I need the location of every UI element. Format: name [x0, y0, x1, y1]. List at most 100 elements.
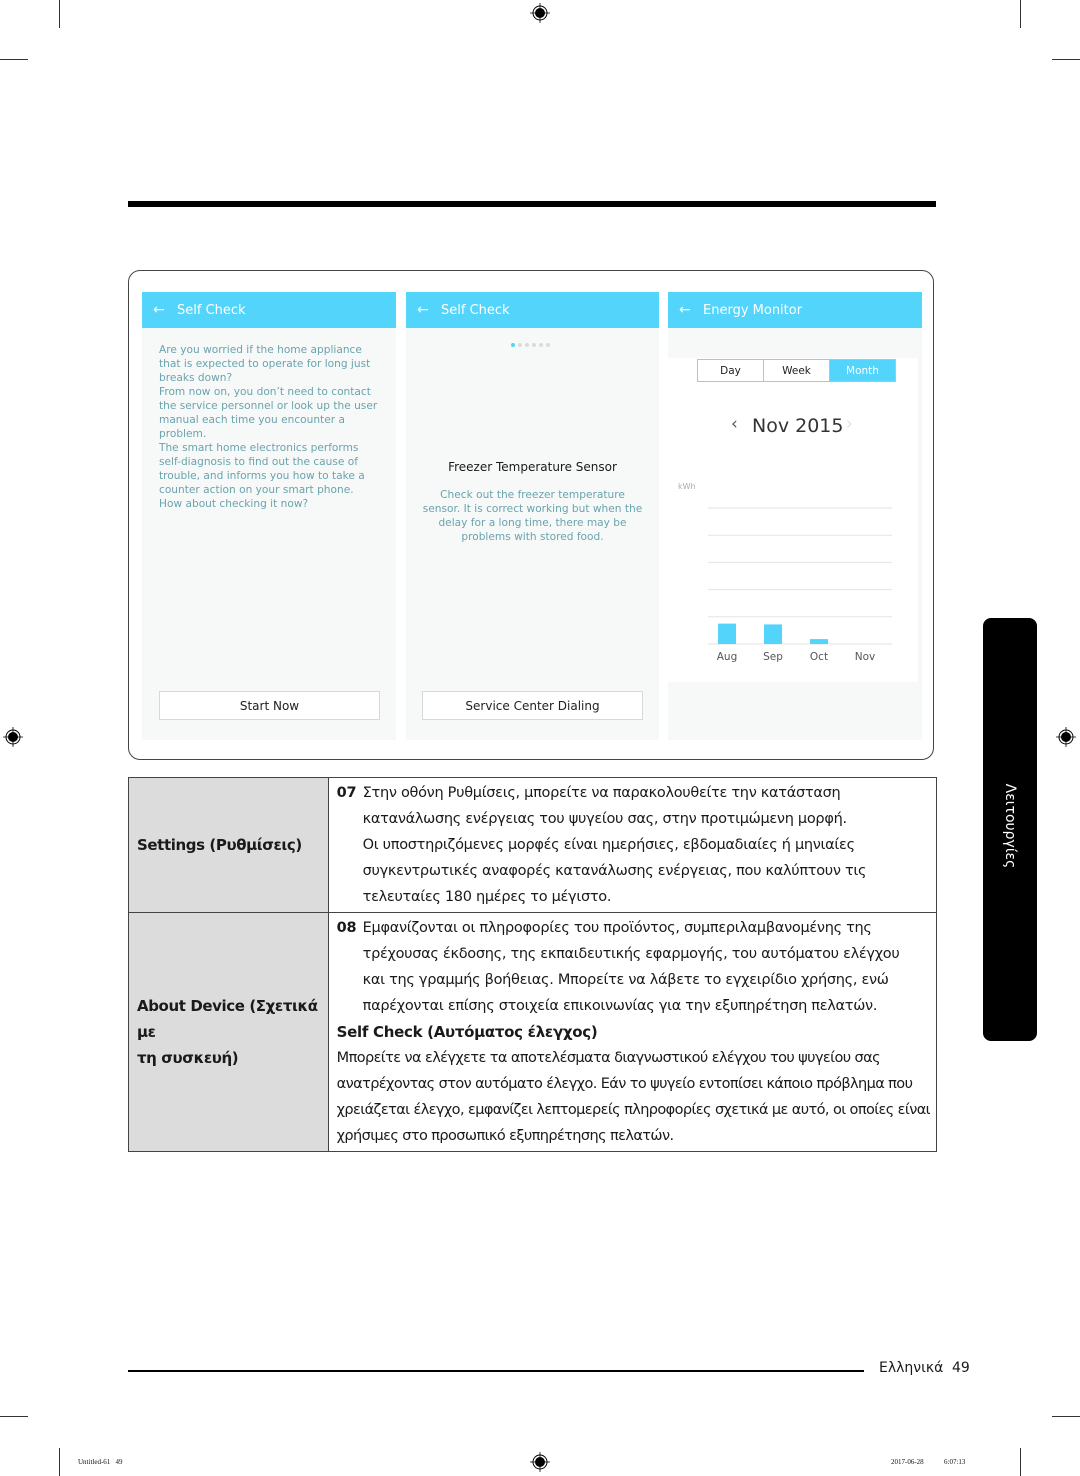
screen-header: ← Self Check: [406, 292, 659, 328]
footer-language: Ελληνικά: [879, 1360, 944, 1376]
crop-mark: [1052, 59, 1080, 60]
sensor-text-line: sensor. It is correct working but when t…: [422, 503, 643, 515]
sensor-description: Check out the freezer temperature sensor.…: [414, 488, 651, 544]
start-now-button[interactable]: Start Now: [159, 691, 380, 720]
row-text-cell: 07 Στην οθόνη Ρυθμίσεις, μπορείτε να παρα…: [327, 777, 938, 913]
intro-text: Are you worried if the home appliance tha…: [159, 343, 389, 511]
row-text-line: τρέχουσας έκδοσης, της εκπαιδευτικής εφα…: [362, 946, 900, 962]
crop-mark: [59, 1448, 60, 1476]
crop-mark: [1020, 0, 1021, 28]
page-dot[interactable]: [539, 343, 543, 347]
chevron-right-icon[interactable]: ›: [846, 414, 853, 434]
registration-mark-icon: [3, 727, 23, 747]
intro-text-line: problem.: [159, 428, 207, 440]
screen-title: Energy Monitor: [703, 302, 803, 318]
screen-self-check-intro: ← Self Check Are you worried if the home…: [142, 292, 396, 740]
page-dot[interactable]: [518, 343, 522, 347]
segment-day[interactable]: Day: [698, 360, 764, 381]
row-text-line: Μπορείτε να ελέγχετε τα αποτελέσματα δια…: [336, 1050, 881, 1066]
chapter-label: Λειτουργίες: [1002, 783, 1018, 869]
energy-bar-chart: kWh Aug Sep Oct Nov: [678, 482, 892, 663]
bar-aug: [718, 623, 736, 644]
sensor-text-line: Check out the freezer temperature: [440, 489, 625, 501]
intro-text-line: The smart home electronics performs: [159, 442, 359, 454]
x-tick-label: Sep: [763, 651, 783, 663]
bar-oct: [810, 639, 828, 644]
row-label-line: τη συσκευή): [137, 1049, 239, 1067]
page-number: 49: [952, 1360, 970, 1376]
intro-text-line: that is expected to operate for long jus…: [159, 358, 371, 370]
page-dot[interactable]: [525, 343, 529, 347]
page-dot[interactable]: [511, 343, 515, 347]
row-text-line: 07 Στην οθόνη Ρυθμίσεις, μπορείτε να παρα…: [337, 780, 930, 806]
row-text-line: 08 Εμφανίζονται οι πληροφορίες του προϊόν…: [337, 915, 930, 941]
row-text-line: κατανάλωσης ενέργειας του ψυγείου σας, σ…: [362, 811, 847, 827]
row-text-cell: 08 Εμφανίζονται οι πληροφορίες του προϊόν…: [327, 912, 938, 1152]
screen-energy-monitor: ← Energy Monitor Day Week Month ‹ Nov 2015…: [668, 292, 922, 740]
intro-text-line: How about checking it now?: [159, 498, 309, 510]
intro-text-line: the service personnel or look up the use…: [159, 400, 378, 412]
crop-mark: [1052, 1416, 1080, 1417]
x-tick-label: Aug: [717, 651, 738, 663]
print-file-info: Untitled-61 49: [78, 1458, 123, 1466]
row-text-line: τελευταίες 180 ημέρες το μέγιστο.: [362, 889, 612, 905]
registration-mark-icon: [1056, 727, 1076, 747]
row-text: Εμφανίζονται οι πληροφορίες του προϊόντο…: [362, 920, 872, 936]
intro-text-line: trouble, and informs you how to take a: [159, 470, 365, 482]
row-text-line: χρειάζεται έλεγχο, εμφανίζει λεπτομερείς…: [336, 1102, 931, 1118]
row-label-cell: Settings (Ρυθμίσεις): [128, 777, 329, 913]
row-text-line: ανατρέχοντας στον αυτόματο έλεγχο. Εάν τ…: [336, 1076, 913, 1092]
arrow-left-icon[interactable]: ←: [679, 302, 693, 318]
arrow-left-icon[interactable]: ←: [417, 302, 431, 318]
x-tick-label: Oct: [810, 651, 828, 663]
page-dot[interactable]: [532, 343, 536, 347]
period-segmented-control: Day Week Month: [697, 359, 896, 382]
intro-text-line: self-diagnosis to find out the cause of: [159, 456, 358, 468]
service-center-dialing-button[interactable]: Service Center Dialing: [422, 691, 643, 720]
table-row: Settings (Ρυθμίσεις) 07 Στην οθόνη Ρυθμίσ…: [128, 777, 938, 913]
row-text-line: χρήσιμες στο προσωπικό εξυπηρέτησης πελα…: [336, 1128, 674, 1144]
row-text: Στην οθόνη Ρυθμίσεις, μπορείτε να παρακο…: [362, 785, 841, 801]
item-number: 08: [336, 920, 357, 936]
intro-text-line: manual each time you encounter a: [159, 414, 345, 426]
screen-header: ← Self Check: [142, 292, 396, 328]
crop-mark: [1020, 1448, 1021, 1476]
y-axis-label: kWh: [678, 482, 696, 491]
item-number: 07: [336, 785, 357, 801]
info-table: Settings (Ρυθμίσεις) 07 Στην οθόνη Ρυθμίσ…: [128, 777, 938, 1152]
row-label: Settings (Ρυθμίσεις): [137, 836, 302, 854]
intro-text-line: Are you worried if the home appliance: [159, 344, 362, 356]
crop-mark: [0, 1416, 28, 1417]
screen-title: Self Check: [177, 302, 246, 318]
intro-text-line: breaks down?: [159, 372, 233, 384]
screen-header: ← Energy Monitor: [668, 292, 922, 328]
arrow-left-icon[interactable]: ←: [153, 302, 167, 318]
row-label-line: About Device (Σχετικά με: [137, 997, 318, 1041]
sensor-text-line: problems with stored food.: [461, 531, 604, 543]
section-rule: [128, 201, 936, 207]
crop-mark: [0, 59, 28, 60]
subheading: Self Check (Αυτόματος έλεγχος): [336, 1023, 598, 1041]
print-time: 6:07:13: [944, 1458, 966, 1466]
page-dot[interactable]: [546, 343, 550, 347]
sensor-heading: Freezer Temperature Sensor: [448, 460, 617, 474]
period-label: Nov 2015: [752, 415, 844, 437]
crop-mark: [59, 0, 60, 28]
screen-self-check-sensor: ← Self Check Freezer Temperature Sensor …: [406, 292, 659, 740]
page-indicator: [511, 343, 550, 347]
row-label-cell: About Device (Σχετικά με τη συσκευή): [128, 912, 329, 1152]
chapter-side-tab: Λειτουργίες: [983, 618, 1037, 1041]
segment-month[interactable]: Month: [830, 360, 895, 381]
segment-week[interactable]: Week: [764, 360, 830, 381]
sensor-text-line: delay for a long time, there may be: [438, 517, 627, 529]
bar-sep: [764, 624, 782, 644]
row-text-line: και της γραμμής βοήθειας. Μπορείτε να λά…: [362, 972, 889, 988]
row-text-line: παρέχονται επίσης στοιχεία επικοινωνίας …: [362, 998, 878, 1014]
screen-title: Self Check: [441, 302, 510, 318]
print-date: 2017-06-28: [891, 1458, 924, 1466]
row-text-line: Οι υποστηριζόμενες μορφές είναι ημερήσιε…: [362, 837, 855, 853]
chevron-left-icon[interactable]: ‹: [731, 414, 738, 434]
x-tick-label: Nov: [855, 651, 876, 663]
intro-text-line: counter action on your smart phone.: [159, 484, 354, 496]
footer-rule: [128, 1370, 864, 1372]
